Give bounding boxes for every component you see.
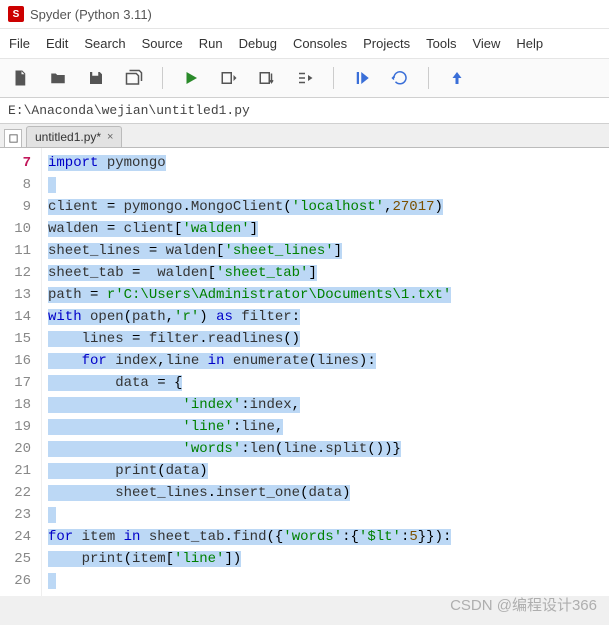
code-line[interactable]: sheet_lines.insert_one(data) [48,482,451,504]
menu-consoles[interactable]: Consoles [286,33,354,54]
line-number: 23 [8,504,31,526]
toolbar [0,59,609,98]
code-line[interactable]: print(item['line']) [48,548,451,570]
menu-run[interactable]: Run [192,33,230,54]
line-number: 13 [8,284,31,306]
open-folder-icon[interactable] [48,68,68,88]
spyder-icon: S [8,6,24,22]
new-file-icon[interactable] [10,68,30,88]
line-number: 25 [8,548,31,570]
up-arrow-icon[interactable] [447,68,467,88]
line-number: 14 [8,306,31,328]
code-line[interactable]: sheet_tab = walden['sheet_tab'] [48,262,451,284]
tab-row: untitled1.py* × [0,124,609,148]
tab-label: untitled1.py* [35,130,101,144]
menu-debug[interactable]: Debug [232,33,284,54]
editor-tab[interactable]: untitled1.py* × [26,126,122,147]
code-line[interactable]: lines = filter.readlines() [48,328,451,350]
code-line[interactable]: path = r'C:\Users\Administrator\Document… [48,284,451,306]
code-line[interactable] [48,504,451,526]
debug-icon[interactable] [352,68,372,88]
toolbar-separator [428,67,429,89]
line-number: 16 [8,350,31,372]
line-number: 19 [8,416,31,438]
line-number: 22 [8,482,31,504]
line-number: 21 [8,460,31,482]
line-number: 17 [8,372,31,394]
line-number: 26 [8,570,31,592]
run-cell-advance-icon[interactable] [257,68,277,88]
line-number: 10 [8,218,31,240]
menu-source[interactable]: Source [135,33,190,54]
code-line[interactable]: client = pymongo.MongoClient('localhost'… [48,196,451,218]
code-line[interactable]: walden = client['walden'] [48,218,451,240]
line-number: 7 [8,152,31,174]
line-number: 20 [8,438,31,460]
save-all-icon[interactable] [124,68,144,88]
line-number: 24 [8,526,31,548]
run-cell-icon[interactable] [219,68,239,88]
code-line[interactable]: 'line':line, [48,416,451,438]
line-number: 9 [8,196,31,218]
watermark: CSDN @编程设计366 [450,594,597,615]
save-icon[interactable] [86,68,106,88]
menu-edit[interactable]: Edit [39,33,75,54]
menu-projects[interactable]: Projects [356,33,417,54]
line-number: 15 [8,328,31,350]
code-editor[interactable]: 7891011121314151617181920212223242526 im… [0,148,609,596]
close-icon[interactable]: × [107,131,113,143]
toolbar-separator [333,67,334,89]
menu-tools[interactable]: Tools [419,33,463,54]
run-icon[interactable] [181,68,201,88]
tab-browse-icon[interactable] [4,129,22,147]
code-line[interactable]: with open(path,'r') as filter: [48,306,451,328]
code-line[interactable]: print(data) [48,460,451,482]
code-line[interactable]: for item in sheet_tab.find({'words':{'$l… [48,526,451,548]
line-number: 18 [8,394,31,416]
window-title: Spyder (Python 3.11) [30,7,152,22]
menu-file[interactable]: File [2,33,37,54]
code-line[interactable]: for index,line in enumerate(lines): [48,350,451,372]
code-line[interactable]: 'words':len(line.split())} [48,438,451,460]
code-line[interactable]: sheet_lines = walden['sheet_lines'] [48,240,451,262]
run-selection-icon[interactable] [295,68,315,88]
titlebar: S Spyder (Python 3.11) [0,0,609,29]
toolbar-separator [162,67,163,89]
code-line[interactable]: import pymongo [48,152,451,174]
line-number: 12 [8,262,31,284]
menubar: FileEditSearchSourceRunDebugConsolesProj… [0,29,609,59]
debug-step-icon[interactable] [390,68,410,88]
code-area[interactable]: import pymongo client = pymongo.MongoCli… [42,148,451,596]
menu-help[interactable]: Help [509,33,550,54]
menu-search[interactable]: Search [77,33,132,54]
code-line[interactable]: data = { [48,372,451,394]
line-number: 11 [8,240,31,262]
code-line[interactable] [48,174,451,196]
menu-view[interactable]: View [465,33,507,54]
line-number-gutter: 7891011121314151617181920212223242526 [0,148,42,596]
code-line[interactable] [48,570,451,592]
line-number: 8 [8,174,31,196]
code-line[interactable]: 'index':index, [48,394,451,416]
path-bar: E:\Anaconda\wejian\untitled1.py [0,98,609,124]
